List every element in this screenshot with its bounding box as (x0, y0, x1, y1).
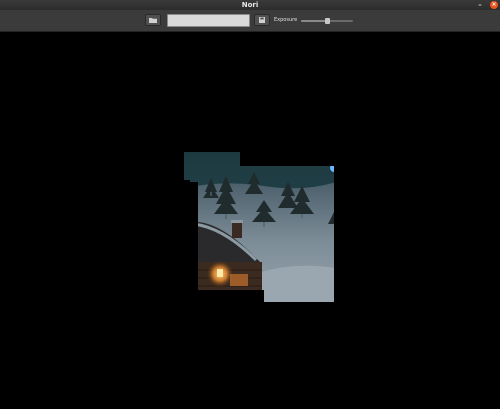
toolbar: Exposure (0, 10, 500, 32)
minimize-button[interactable]: – (476, 1, 484, 9)
open-file-button[interactable] (145, 14, 161, 26)
folder-icon (149, 18, 157, 23)
render-viewport (0, 32, 500, 409)
exposure-slider-fill (301, 20, 327, 22)
save-icon (259, 17, 265, 23)
exposure-label: Exposure (274, 17, 298, 23)
render-image (184, 152, 334, 302)
filename-field[interactable] (167, 14, 250, 27)
app-window: Nori – × Exposure (0, 0, 500, 409)
exposure-slider[interactable] (301, 18, 353, 24)
window-title: Nori (241, 1, 259, 9)
close-button[interactable]: × (490, 1, 498, 9)
exposure-slider-thumb[interactable] (325, 18, 330, 24)
title-bar: Nori – × (0, 0, 500, 10)
save-button[interactable] (254, 14, 270, 26)
